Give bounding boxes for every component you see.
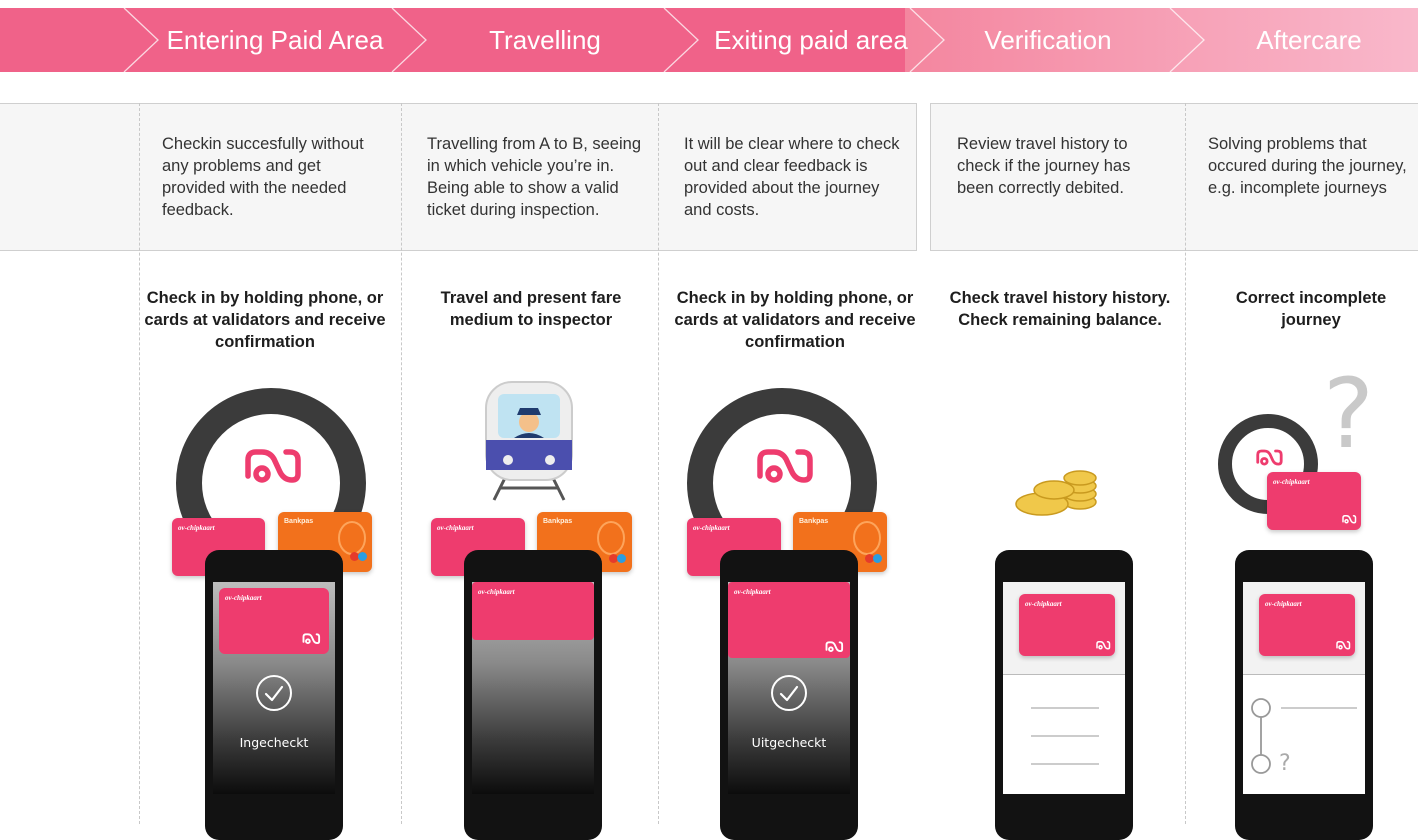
ov-logo-icon [245,449,301,483]
phone-verification: ov-chipkaart [995,550,1133,840]
ov-logo-icon [1256,449,1283,466]
card-brand: ov-chipkaart [1025,600,1062,608]
phone-aftercare: ov-chipkaart ? [1235,550,1373,840]
column-divider [401,103,402,824]
description-verification: Review travel history to check if the jo… [957,135,1131,197]
phone-screen: ov-chipkaart Uitgecheckt [728,582,850,794]
card-dot-blue [617,554,626,563]
status-checked-in: Ingecheckt [239,735,309,750]
ov-logo-icon [302,633,321,645]
description-aftercare: Solving problems that occured during the… [1208,135,1407,197]
stage-entering-paid-area: Entering Paid Area [166,25,384,55]
screen-ov-card: ov-chipkaart [219,588,329,654]
description-travelling: Travelling from A to B, seeing in which … [427,135,641,219]
ov-logo-icon [757,449,813,483]
ov-logo-icon [1342,515,1357,524]
column-divider [139,103,140,824]
phone-screen: ov-chipkaart [472,582,594,794]
description-exiting: It will be clear where to check out and … [684,135,900,219]
train-conductor-icon [485,381,573,501]
screen-ov-card: ov-chipkaart [472,582,594,640]
action-travelling: Travel and present fare medium to inspec… [440,289,622,329]
card-brand: ov-chipkaart [1273,478,1310,486]
checkmark-icon [256,675,292,711]
ov-chipkaart-card: ov-chipkaart [1267,472,1361,530]
card-brand: Bankpas [543,518,573,525]
card-brand: Bankpas [799,518,829,525]
action-aftercare: Correct incomplete journey [1235,289,1387,329]
stage-aftercare: Aftercare [1256,25,1362,55]
phone-exiting: ov-chipkaart Uitgecheckt [720,550,858,840]
card-brand: ov-chipkaart [693,524,730,532]
action-entering: Check in by holding phone, or cards at v… [144,289,386,351]
phone-entering: ov-chipkaart Ingecheckt [205,550,343,840]
journey-route-icon [1251,698,1357,774]
screen-ov-card: ov-chipkaart [1259,594,1355,656]
card-brand: Bankpas [284,518,314,525]
screen-ov-card: ov-chipkaart [1019,594,1115,656]
card-brand: ov-chipkaart [478,588,515,596]
stage-verification: Verification [984,25,1112,55]
card-dot-blue [358,552,367,561]
ov-logo-icon [825,641,844,653]
stage-exiting-paid-area: Exiting paid area [714,25,908,55]
history-list-icon [1031,707,1099,765]
card-brand: ov-chipkaart [1265,600,1302,608]
checkmark-icon [771,675,807,711]
column-divider [658,103,659,824]
question-mark-icon: ? [1323,358,1374,470]
description-entering: Checkin succesfully without any problems… [162,135,364,219]
phone-screen: ov-chipkaart Ingecheckt [213,582,335,794]
screen-ov-card: ov-chipkaart [728,582,850,658]
ov-logo-icon [1096,641,1111,650]
phone-travelling: ov-chipkaart [464,550,602,840]
card-dot-blue [873,554,882,563]
card-brand: ov-chipkaart [734,588,771,596]
stage-travelling: Travelling [489,25,601,55]
ov-logo-icon [1336,641,1351,650]
card-brand: ov-chipkaart [225,594,262,602]
status-checked-out: Uitgecheckt [751,735,827,750]
unknown-stop-mark: ? [1279,751,1291,776]
column-divider [1185,103,1186,824]
phone-screen: ov-chipkaart ? [1243,582,1365,794]
card-brand: ov-chipkaart [437,524,474,532]
action-exiting: Check in by holding phone, or cards at v… [674,289,916,351]
action-verification: Check travel history history. Check rema… [949,289,1171,329]
phone-screen: ov-chipkaart [1003,582,1125,794]
card-brand: ov-chipkaart [178,524,215,532]
coins-icon [1015,470,1097,516]
